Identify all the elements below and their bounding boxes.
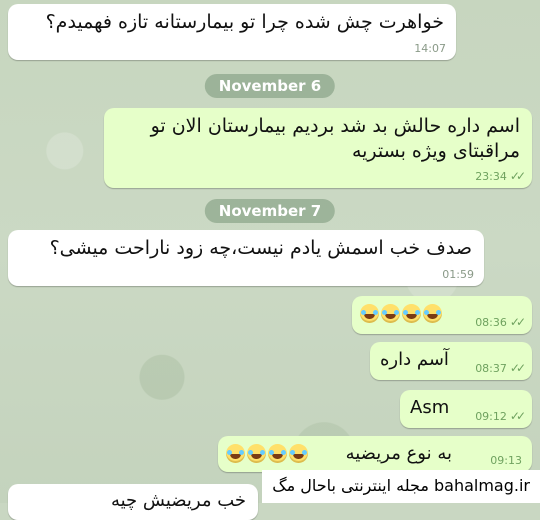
tears-of-joy-emoji: [381, 304, 400, 323]
tears-of-joy-emoji: [360, 304, 379, 323]
date-separator: November 6: [204, 74, 336, 98]
message-meta: 08:36 ✓✓: [475, 315, 526, 329]
message-text: صدف خب اسمش یادم نیست،چه زود ناراحت میشی…: [49, 237, 472, 259]
message-bubble-outgoing[interactable]: 08:36 ✓✓: [352, 296, 532, 334]
tears-of-joy-emoji: [226, 444, 245, 463]
message-text: اسم داره حالش بد شد بردیم بیمارستان الان…: [150, 115, 520, 162]
message-time: 08:36: [475, 315, 507, 329]
message-bubble-outgoing[interactable]: اسم داره حالش بد شد بردیم بیمارستان الان…: [104, 108, 532, 188]
message-bubble-incoming[interactable]: خب مریضیش چیه: [8, 484, 258, 520]
message-bubble-outgoing[interactable]: آسم داره 08:37 ✓✓: [370, 342, 532, 380]
message-bubble-incoming[interactable]: صدف خب اسمش یادم نیست،چه زود ناراحت میشی…: [8, 230, 484, 286]
watermark-banner: مجله اینترنتی باحال مگ bahalmag.ir: [262, 470, 540, 503]
message-bubble-outgoing[interactable]: به نوع مریضیه 09:13: [218, 436, 532, 472]
tears-of-joy-emoji: [402, 304, 421, 323]
message-time: 14:07: [414, 42, 446, 55]
double-check-icon: ✓✓: [509, 169, 526, 183]
message-time: 08:37: [475, 361, 507, 375]
double-check-icon: ✓✓: [509, 315, 526, 329]
double-check-icon: ✓✓: [509, 361, 526, 375]
message-text: به نوع مریضیه: [345, 443, 452, 464]
message-text: خب مریضیش چیه: [110, 490, 246, 511]
message-meta: 14:07: [414, 42, 446, 55]
tears-of-joy-emoji: [423, 304, 442, 323]
message-meta: 08:37 ✓✓: [475, 361, 526, 375]
emoji-group: [226, 444, 308, 463]
message-meta: 01:59: [442, 268, 474, 281]
message-bubble-incoming[interactable]: خواهرت چش شده چرا تو بیمارستانه تازه فهم…: [8, 4, 456, 60]
date-separator: November 7: [204, 199, 336, 223]
message-time: 09:13: [490, 454, 522, 467]
tears-of-joy-emoji: [289, 444, 308, 463]
message-text: آسم داره: [380, 349, 449, 370]
double-check-icon: ✓✓: [509, 409, 526, 423]
message-meta: 23:34 ✓✓: [475, 169, 526, 183]
message-meta: 09:13: [490, 454, 522, 467]
emoji-group: [360, 304, 442, 323]
message-bubble-outgoing[interactable]: Asm 09:12 ✓✓: [400, 390, 532, 428]
message-text: خواهرت چش شده چرا تو بیمارستانه تازه فهم…: [45, 11, 444, 33]
message-time: 23:34: [475, 169, 507, 183]
tears-of-joy-emoji: [247, 444, 266, 463]
message-time: 09:12: [475, 409, 507, 423]
tears-of-joy-emoji: [268, 444, 287, 463]
message-time: 01:59: [442, 268, 474, 281]
message-meta: 09:12 ✓✓: [475, 409, 526, 423]
message-text: Asm: [410, 397, 450, 418]
